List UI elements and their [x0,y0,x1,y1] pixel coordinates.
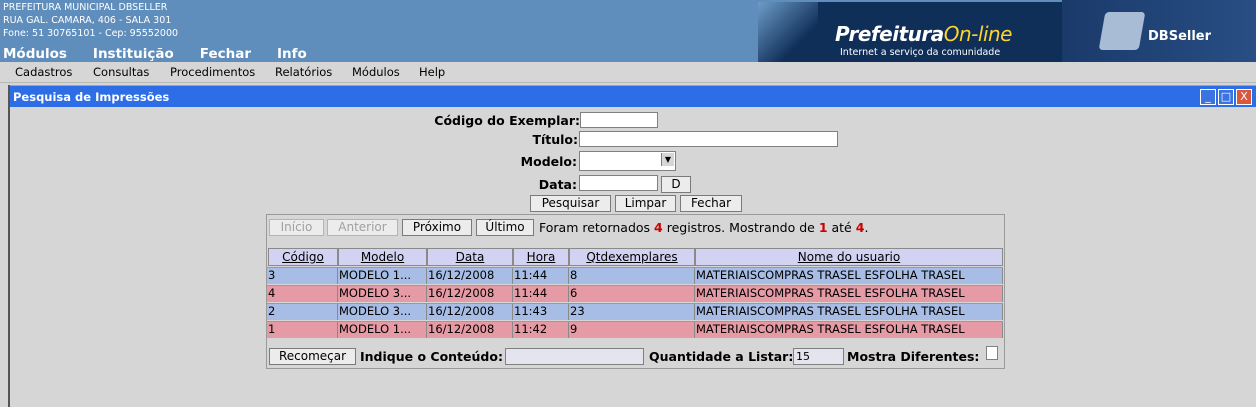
cell-hora: 11:42 [513,322,569,338]
results-total: 4 [654,220,663,235]
cell-modelo: MODELO 3... [338,304,427,320]
quantidade-label: Quantidade a Listar: [649,349,794,364]
cell-codigo: 3 [267,268,338,284]
fechar-button[interactable]: Fechar [680,195,742,212]
chevron-down-icon: ▼ [661,153,674,166]
org-phone: Fone: 51 30765101 - Cep: 95552000 [3,28,179,39]
limpar-button[interactable]: Limpar [615,195,676,212]
pesquisar-button[interactable]: Pesquisar [530,195,611,212]
search-window: Pesquisa de Impressões _ □ X Código do E… [8,85,1256,407]
table-row[interactable]: 4 MODELO 3... 16/12/2008 11:44 6 MATERIA… [267,285,1003,302]
mostra-label: Mostra Diferentes: [847,349,980,364]
results-message: Foram retornados 4 registros. Mostrando … [539,220,868,235]
titulo-label: Título: [532,132,578,147]
cell-qtd: 6 [569,286,695,302]
cell-codigo: 1 [267,322,338,338]
minimize-icon[interactable]: _ [1200,89,1216,105]
cell-hora: 11:43 [513,304,569,320]
org-address: RUA GAL. CAMARA, 406 - SALA 301 [3,15,172,26]
org-name: PREFEITURA MUNICIPAL DBSELLER [3,2,168,13]
data-label: Data: [538,177,577,192]
cell-nome: MATERIAISCOMPRAS TRASEL ESFOLHA TRASEL [695,268,1003,284]
anterior-button[interactable]: Anterior [327,219,398,236]
menu-modulos[interactable]: Módulos [352,65,400,79]
top-menu-modulos[interactable]: Módulos [3,46,67,62]
date-picker-button[interactable]: D [661,176,691,193]
results-msg-c: até [831,220,852,235]
indique-input[interactable] [505,348,644,365]
cell-codigo: 4 [267,286,338,302]
menu-cadastros[interactable]: Cadastros [15,65,72,79]
maximize-icon[interactable]: □ [1218,89,1234,105]
column-header-qtdexemplares[interactable]: Qtdexemplares [569,248,695,266]
cell-modelo: MODELO 1... [338,268,427,284]
cell-data: 16/12/2008 [427,268,513,284]
banner-subtitle: Internet a serviço da comunidade [840,47,1001,58]
top-menu-info[interactable]: Info [277,46,307,62]
indique-label: Indique o Conteúdo: [360,349,503,364]
cell-nome: MATERIAISCOMPRAS TRASEL ESFOLHA TRASEL [695,322,1003,338]
dbseller-banner: DBSeller [1062,0,1256,62]
window-title: Pesquisa de Impressões [13,90,170,104]
dbseller-brand: DBSeller [1148,29,1212,44]
cell-modelo: MODELO 3... [338,286,427,302]
modelo-label: Modelo: [520,154,577,169]
titulo-input[interactable] [579,131,838,147]
menu-procedimentos[interactable]: Procedimentos [170,65,255,79]
data-input[interactable] [579,175,658,191]
codigo-label: Código do Exemplar: [434,113,580,128]
cell-hora: 11:44 [513,286,569,302]
cell-hora: 11:44 [513,268,569,284]
column-header-hora[interactable]: Hora [513,248,569,266]
cell-modelo: MODELO 1... [338,322,427,338]
cell-data: 16/12/2008 [427,322,513,338]
recomecar-button[interactable]: Recomeçar [269,348,356,365]
proximo-button[interactable]: Próximo [402,219,472,236]
inicio-button[interactable]: Início [269,219,324,236]
modelo-select[interactable]: ▼ [579,151,676,171]
menu-consultas[interactable]: Consultas [93,65,149,79]
table-row[interactable]: 2 MODELO 3... 16/12/2008 11:43 23 MATERI… [267,303,1003,320]
window-title-bar[interactable]: Pesquisa de Impressões _ □ X [10,85,1256,107]
prefeitura-online-banner: PrefeituraOn-line Internet a serviço da … [758,2,1062,62]
cell-qtd: 9 [569,322,695,338]
results-msg-a: Foram retornados [539,220,651,235]
top-menu-instituicao[interactable]: Instituição [93,46,174,62]
app-header: PREFEITURA MUNICIPAL DBSELLER RUA GAL. C… [0,0,1256,62]
cell-nome: MATERIAISCOMPRAS TRASEL ESFOLHA TRASEL [695,304,1003,320]
menu-help[interactable]: Help [419,65,445,79]
top-menu: Módulos Instituição Fechar Info [3,46,307,62]
results-msg-b: registros. Mostrando de [666,220,815,235]
ultimo-button[interactable]: Último [476,219,534,236]
cell-nome: MATERIAISCOMPRAS TRASEL ESFOLHA TRASEL [695,286,1003,302]
banner-title-accent: On-line [943,22,1013,46]
top-menu-fechar[interactable]: Fechar [200,46,251,62]
mostra-diferentes-checkbox[interactable] [986,346,998,360]
results-panel: Início Anterior Próximo Último Foram ret… [266,214,1005,369]
close-icon[interactable]: X [1236,89,1252,105]
results-from: 1 [818,220,828,235]
cell-qtd: 23 [569,304,695,320]
cell-data: 16/12/2008 [427,286,513,302]
quantidade-input[interactable] [793,348,844,365]
cell-qtd: 8 [569,268,695,284]
cell-data: 16/12/2008 [427,304,513,320]
menu-relatorios[interactable]: Relatórios [275,65,332,79]
column-header-data[interactable]: Data [427,248,513,266]
table-row[interactable]: 1 MODELO 1... 16/12/2008 11:42 9 MATERIA… [267,321,1003,338]
column-header-codigo[interactable]: Código [268,248,338,266]
table-row[interactable]: 3 MODELO 1... 16/12/2008 11:44 8 MATERIA… [267,267,1003,284]
banner-title: PrefeituraOn-line [835,22,1012,46]
cell-codigo: 2 [267,304,338,320]
codigo-input[interactable] [580,112,658,128]
dbseller-logo-icon [1098,12,1146,50]
banner-title-main: Prefeitura [835,22,944,46]
column-header-modelo[interactable]: Modelo [338,248,427,266]
menubar: Cadastros Consultas Procedimentos Relató… [0,62,1256,83]
column-header-nome-usuario[interactable]: Nome do usuario [695,248,1003,266]
results-msg-d: . [864,220,869,235]
